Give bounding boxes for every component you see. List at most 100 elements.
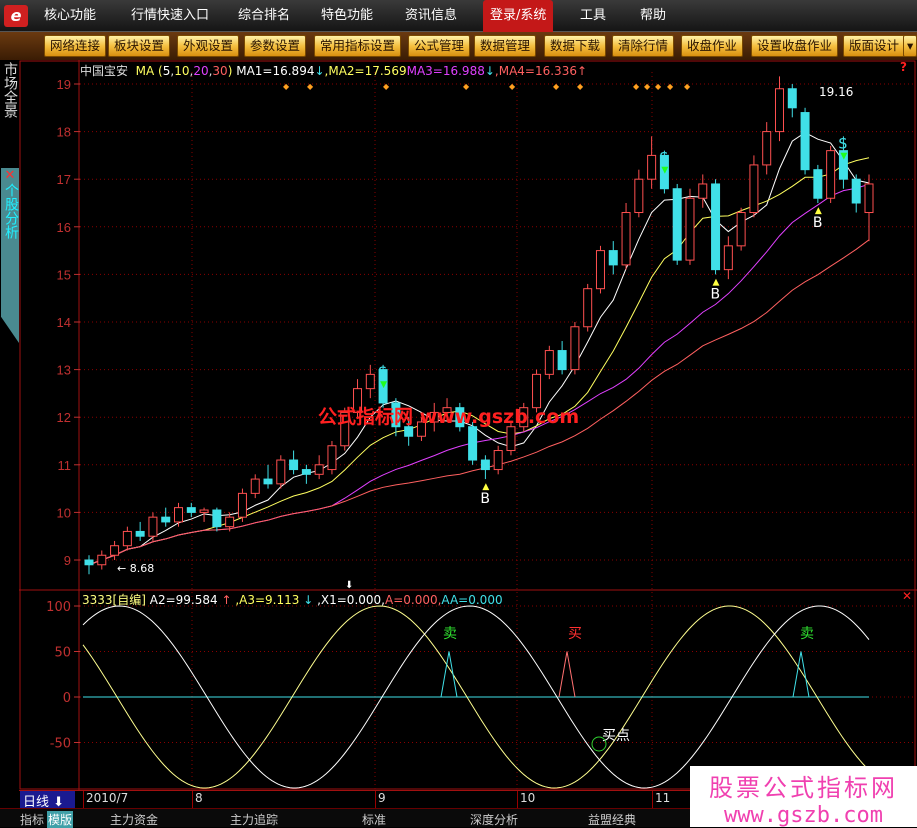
down-arrow-icon: ↓ xyxy=(484,64,495,78)
candle-body xyxy=(97,554,107,566)
watermark: 股票公式指标网 www.gszb.com xyxy=(690,766,917,828)
close-indicator-icon[interactable]: ✕ xyxy=(902,589,912,603)
toolbar-button[interactable]: 公式管理 xyxy=(408,35,471,57)
toolbar-button[interactable]: 版面设计 xyxy=(843,35,906,57)
candle-body xyxy=(800,112,810,171)
a2-value: A2=99.584 xyxy=(149,593,218,607)
month-label: 9 xyxy=(375,791,386,808)
menu-item[interactable]: 登录/系统 xyxy=(483,0,554,32)
price-tick-label: 15 xyxy=(57,267,71,282)
sell-label: 卖 xyxy=(443,626,457,642)
candle-body xyxy=(583,288,593,328)
candle-body xyxy=(698,183,708,199)
buy-label: 买 xyxy=(568,626,582,642)
candle-body xyxy=(301,469,311,475)
marker-diamond-icon: ◆ xyxy=(633,82,640,91)
sidebar-tab-market[interactable]: 市场全景 xyxy=(0,62,19,118)
toolbar-button[interactable]: 常用指标设置 xyxy=(314,35,402,57)
menu-item[interactable]: 核心功能 xyxy=(44,0,96,32)
sidebar-tab-stock-label: 个股分析 xyxy=(3,183,19,239)
candle-body xyxy=(647,154,657,180)
menu-item[interactable]: 帮助 xyxy=(640,0,666,32)
bottom-tab[interactable]: 益盟经典 xyxy=(588,811,636,828)
buy-arrow-icon: ▲ xyxy=(815,206,822,216)
toolbar-button[interactable]: 数据下载 xyxy=(544,35,607,57)
candle-body xyxy=(289,459,299,471)
marker-diamond-icon: ◆ xyxy=(655,82,662,91)
sidebar-tab-stock[interactable]: ✕ 个股分析 xyxy=(1,168,19,343)
indicator-tick-label: -50 xyxy=(50,737,71,752)
down-arrow-icon: ⬇ xyxy=(345,580,353,591)
ma1-value: MA1=16.894 xyxy=(236,64,315,78)
bottom-tab[interactable]: 主力资金 xyxy=(110,811,158,828)
marker-diamond-icon: ◆ xyxy=(307,82,314,91)
price-tick-label: 16 xyxy=(57,220,71,235)
marker-diamond-icon: ◆ xyxy=(383,82,390,91)
marker-diamond-icon: ◆ xyxy=(283,82,290,91)
bottom-tab[interactable]: 主力追踪 xyxy=(230,811,278,828)
bottom-tab[interactable]: 模版 xyxy=(47,811,74,828)
ma3-value: MA3=16.988 xyxy=(406,64,485,78)
month-label: 8 xyxy=(192,791,203,808)
buy-point-label: 买点 xyxy=(602,728,630,744)
toolbar-button[interactable]: 收盘作业 xyxy=(681,35,744,57)
watermark-line2: www.gszb.com xyxy=(724,803,883,828)
toolbar-button[interactable]: 设置收盘作业 xyxy=(751,35,839,57)
a-value: A=0.000, xyxy=(384,593,442,607)
indicator-legend: 3333[自编] A2=99.584 ↑ ,A3=9.113 ↓ ,X1=0.0… xyxy=(82,591,503,608)
indicator-name[interactable]: 3333[自编] xyxy=(82,593,146,607)
candle-body xyxy=(480,459,490,471)
candle-body xyxy=(749,164,759,214)
period-selector[interactable]: 日线 ⬇ xyxy=(20,791,75,810)
toolbar-button[interactable]: 网络连接 xyxy=(44,35,107,57)
month-label: 11 xyxy=(652,791,670,808)
toolbar-button[interactable]: 参数设置 xyxy=(244,35,307,57)
candle-body xyxy=(557,350,567,371)
price-tick-label: 19 xyxy=(57,77,71,92)
candle-body xyxy=(84,559,94,566)
sell-label: 卖 xyxy=(800,626,814,642)
ma-period-3: 20 xyxy=(193,64,209,78)
candle-body xyxy=(212,509,222,528)
candle-body xyxy=(634,178,644,214)
candle-body xyxy=(161,516,171,523)
toolbar-more-icon[interactable]: ▾ xyxy=(903,35,917,57)
price-tick-label: 14 xyxy=(57,315,71,330)
candle-body xyxy=(365,373,375,390)
toolbar: 网络连接 板块设置 外观设置 参数设置 常用指标设置 公式管理 数据管理 数据下载 清除行情 收盘… xyxy=(0,32,917,60)
legend-bar: 中国宝安 MA (5,10,20,30) MA1=16.894↓,MA2=17.… xyxy=(80,64,588,78)
toolbar-button[interactable]: 外观设置 xyxy=(177,35,240,57)
menu-item[interactable]: 工具 xyxy=(580,0,606,32)
bottom-tab[interactable]: 标准 xyxy=(362,811,386,828)
help-icon[interactable]: ? xyxy=(900,60,907,74)
bottom-tab[interactable]: 指标 xyxy=(20,811,44,828)
candle-body xyxy=(621,212,631,266)
up-arrow-icon: ↑ xyxy=(576,64,588,78)
buy-arrow-icon: ▲ xyxy=(713,277,720,287)
sell-signal: S xyxy=(838,136,847,152)
ma2-value: ,MA2=17.569 xyxy=(324,64,407,78)
close-icon[interactable]: ✕ xyxy=(1,168,19,183)
candle-body xyxy=(595,250,605,290)
ma-period-1: 5 xyxy=(162,64,171,78)
candle-body xyxy=(813,169,823,199)
candle-body xyxy=(685,197,695,261)
month-label: 10 xyxy=(517,791,535,808)
menu-item[interactable]: 特色功能 xyxy=(321,0,373,32)
candle-body xyxy=(174,507,184,523)
menu-item[interactable]: 综合排名 xyxy=(238,0,290,32)
ma-line-2 xyxy=(88,157,870,566)
bottom-tab[interactable]: 深度分析 xyxy=(470,811,518,828)
price-tick-label: 9 xyxy=(64,553,71,568)
menu-item[interactable]: 资讯信息 xyxy=(405,0,457,32)
indicator-tick-label: 50 xyxy=(54,646,71,661)
toolbar-button[interactable]: 板块设置 xyxy=(108,35,171,57)
marker-diamond-icon: ◆ xyxy=(509,82,516,91)
candle-body xyxy=(544,350,554,375)
candle-body xyxy=(851,178,861,204)
watermark-center: 公式指标网 www.gszb.com xyxy=(318,406,580,428)
menu-item[interactable]: 行情快速入口 xyxy=(131,0,209,32)
toolbar-button[interactable]: 数据管理 xyxy=(474,35,537,57)
candle-body xyxy=(762,131,772,166)
toolbar-button[interactable]: 清除行情 xyxy=(612,35,675,57)
